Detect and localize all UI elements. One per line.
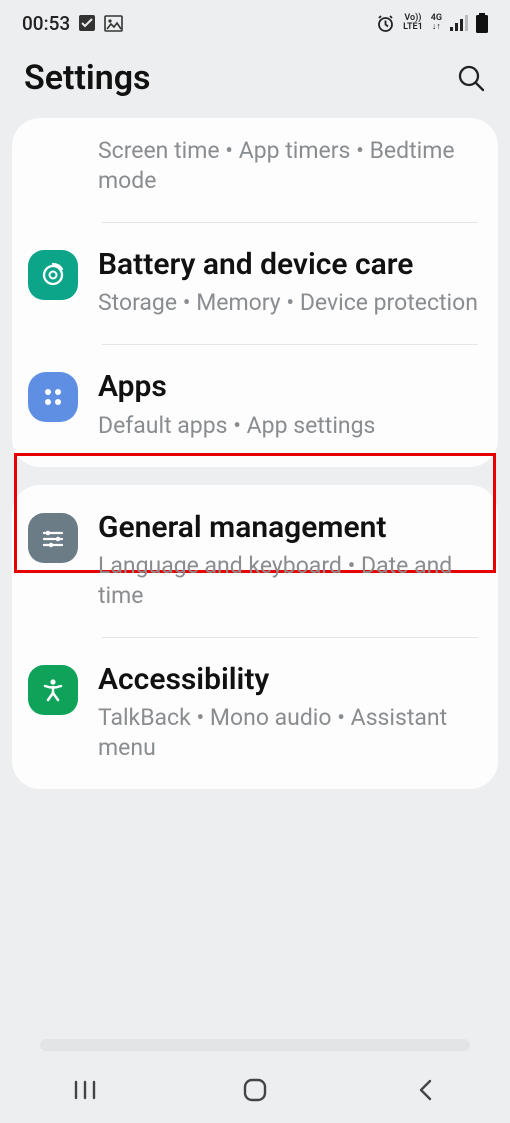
signal-icon	[450, 15, 468, 31]
row-title: Apps	[98, 370, 480, 405]
search-button[interactable]	[456, 63, 486, 93]
row-title: Battery and device care	[98, 248, 480, 283]
row-title: General management	[98, 511, 480, 546]
settings-row-digital-wellbeing[interactable]: Screen time • App timers • Bedtime mode	[12, 118, 498, 222]
recents-button[interactable]	[25, 1070, 145, 1110]
data-indicator: 4G ↓↑	[431, 14, 442, 32]
row-subtitle: Default apps • App settings	[98, 411, 480, 441]
checkbox-icon	[78, 14, 96, 32]
apps-icon	[28, 372, 78, 422]
row-subtitle: TalkBack • Mono audio • Assistant menu	[98, 703, 480, 763]
status-time: 00:53	[22, 12, 70, 35]
battery-icon	[476, 13, 488, 33]
alarm-icon	[376, 14, 395, 33]
settings-header: Settings	[0, 40, 510, 118]
settings-card: Screen time • App timers • Bedtime mode …	[12, 118, 498, 467]
row-subtitle: Language and keyboard • Date and time	[98, 551, 480, 611]
settings-row-accessibility[interactable]: Accessibility TalkBack • Mono audio • As…	[12, 637, 498, 789]
image-icon	[104, 15, 123, 32]
back-button[interactable]	[365, 1070, 485, 1110]
row-title: Accessibility	[98, 663, 480, 698]
status-bar: 00:53 Vo)) LTE1 4G ↓↑	[0, 0, 510, 40]
scroll-indicator	[40, 1039, 470, 1051]
settings-row-battery-device-care[interactable]: Battery and device care Storage • Memory…	[12, 222, 498, 344]
placeholder-icon	[28, 136, 78, 186]
row-subtitle: Screen time • App timers • Bedtime mode	[98, 136, 480, 196]
home-button[interactable]	[195, 1070, 315, 1110]
nav-bar	[0, 1057, 510, 1123]
device-care-icon	[28, 250, 78, 300]
accessibility-icon	[28, 665, 78, 715]
page-title: Settings	[24, 58, 151, 98]
row-subtitle: Storage • Memory • Device protection	[98, 288, 480, 318]
general-management-icon	[28, 513, 78, 563]
settings-row-general-management[interactable]: General management Language and keyboard…	[12, 485, 498, 637]
volte-indicator: Vo)) LTE1	[403, 14, 423, 32]
settings-row-apps[interactable]: Apps Default apps • App settings	[12, 344, 498, 466]
settings-card: General management Language and keyboard…	[12, 485, 498, 790]
